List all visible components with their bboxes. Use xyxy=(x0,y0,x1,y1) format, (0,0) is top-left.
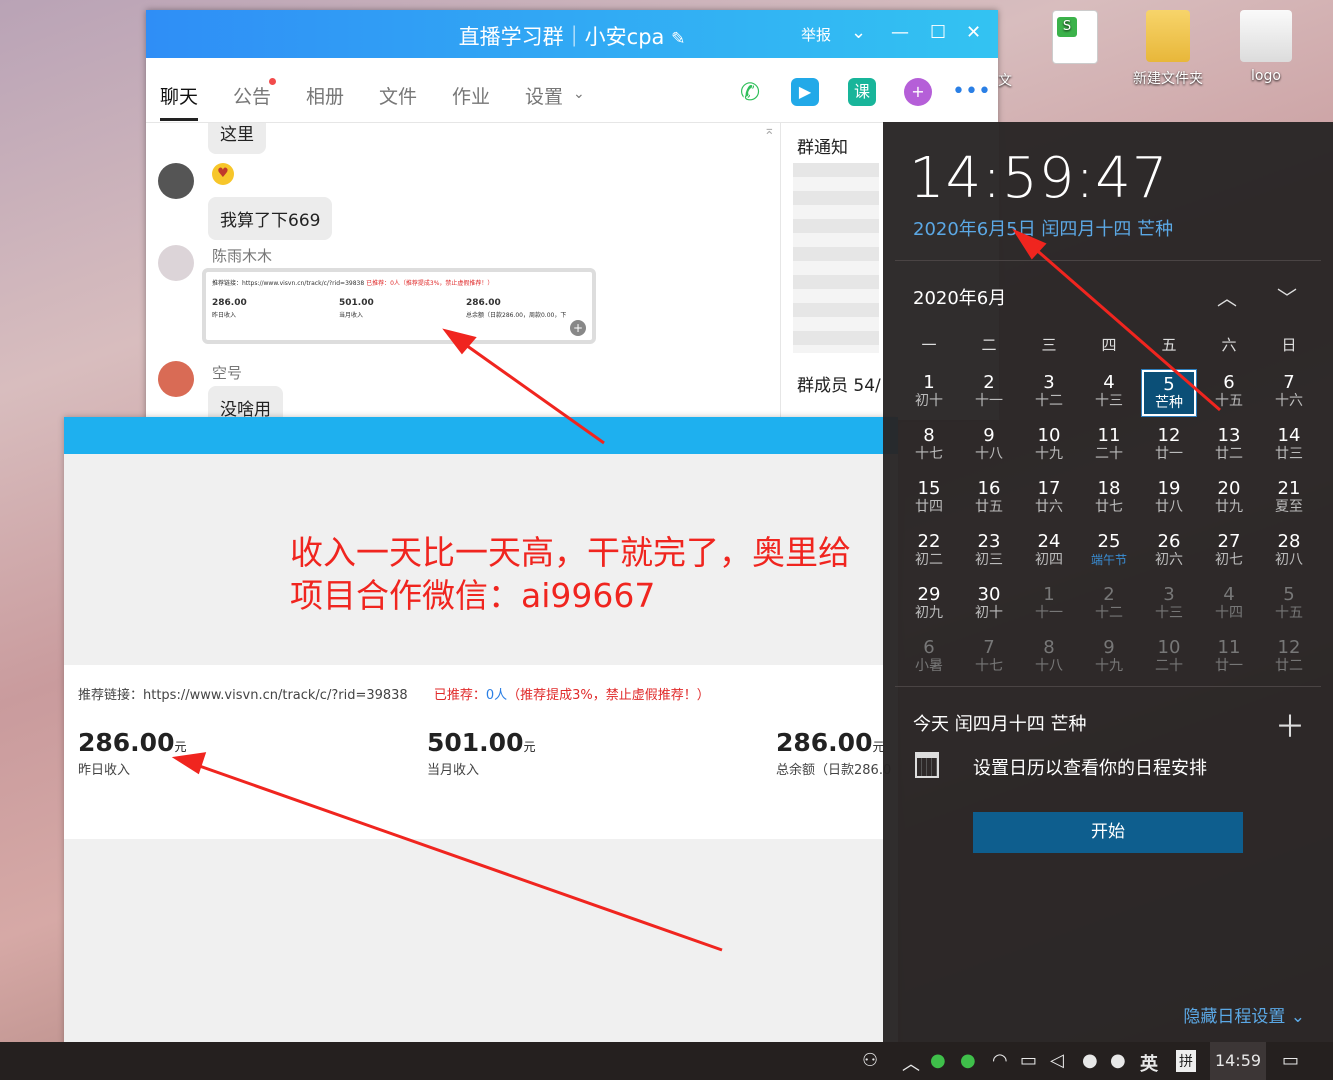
arrowhead xyxy=(171,752,207,775)
annotation-arrows xyxy=(171,228,1221,952)
arrow-to-date xyxy=(1024,238,1221,412)
arrow-to-yesterday-income xyxy=(187,760,723,952)
arrow-to-shared-card xyxy=(455,336,605,445)
